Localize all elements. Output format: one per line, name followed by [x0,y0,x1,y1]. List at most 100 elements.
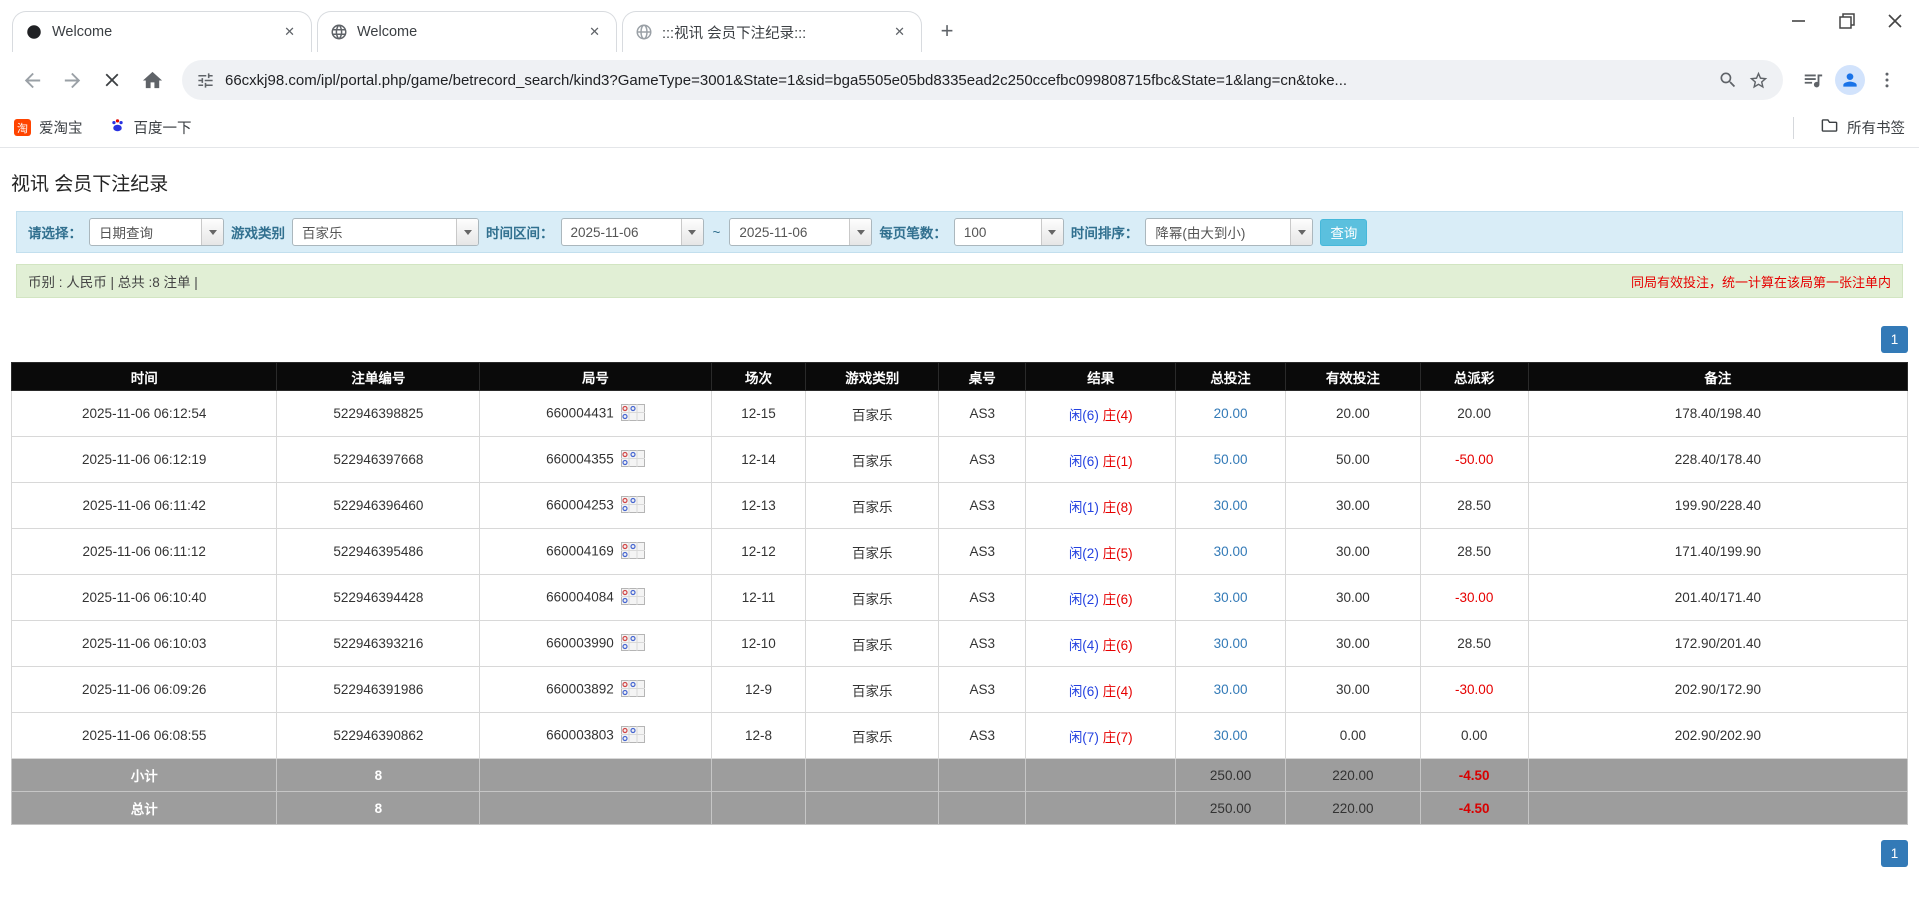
roadmap-result-icon[interactable] [621,588,645,608]
total-row-valid-bet: 220.00 [1286,759,1421,792]
tab-close-icon[interactable]: ✕ [280,22,299,42]
pagination-bottom: 1 [11,840,1908,867]
total-bet-link[interactable]: 30.00 [1214,636,1248,651]
cell-round-number: 660003990 [480,621,711,667]
per-page-select[interactable]: 100 [954,218,1064,246]
menu-dots-icon[interactable] [1869,62,1905,98]
tab-title: Welcome [357,24,576,40]
banker-result: 庄(4) [1103,408,1133,423]
total-bet-link[interactable]: 30.00 [1214,682,1248,697]
cell-session: 12-14 [711,437,806,483]
table-row: 2025-11-06 06:10:40522946394428660004084… [12,575,1908,621]
cell-result: 闲(2) 庄(6) [1026,575,1176,621]
player-result: 闲(6) [1069,408,1099,423]
total-bet-link[interactable]: 30.00 [1214,498,1248,513]
cell-note: 178.40/198.40 [1528,391,1907,437]
roadmap-result-icon[interactable] [621,542,645,562]
cell-game-type: 百家乐 [806,391,939,437]
select-value: 降幂(由大到小) [1146,222,1290,242]
search-button[interactable]: 查询 [1320,219,1367,246]
column-header: 总投注 [1176,363,1286,391]
cell-result: 闲(1) 庄(8) [1026,483,1176,529]
cell-total-bet: 30.00 [1176,621,1286,667]
bookmark-taobao[interactable]: 淘 爱淘宝 [14,117,83,138]
close-window-button[interactable] [1871,0,1919,42]
cell-time: 2025-11-06 06:11:42 [12,483,277,529]
roadmap-result-icon[interactable] [621,450,645,470]
cell-valid-bet: 50.00 [1286,437,1421,483]
restore-button[interactable] [1823,0,1871,42]
cell-valid-bet: 30.00 [1286,621,1421,667]
banker-result: 庄(6) [1103,638,1133,653]
bookmark-baidu[interactable]: 百度一下 [109,117,192,138]
cell-table-number: AS3 [939,575,1026,621]
zoom-icon[interactable] [1718,70,1738,90]
cell-valid-bet: 30.00 [1286,483,1421,529]
tab-2[interactable]: Welcome ✕ [317,11,617,52]
cell-result: 闲(6) 庄(4) [1026,391,1176,437]
query-type-select[interactable]: 日期查询 [89,218,224,246]
profile-avatar[interactable] [1835,65,1865,95]
all-bookmarks-button[interactable]: 所有书签 [1820,116,1905,139]
back-button[interactable] [14,62,50,98]
total-row-label: 小计 [12,759,277,792]
minimize-button[interactable] [1775,0,1823,42]
stop-loading-button[interactable] [94,62,130,98]
total-bet-link[interactable]: 30.00 [1214,728,1248,743]
media-controls-icon[interactable] [1795,62,1831,98]
select-value: 百家乐 [293,222,456,242]
page-1-button[interactable]: 1 [1881,326,1908,353]
total-row-empty [806,792,939,825]
select-value: 2025-11-06 [730,225,849,240]
bookmark-label: 爱淘宝 [39,117,83,138]
date-from-select[interactable]: 2025-11-06 [561,218,704,246]
total-bet-link[interactable]: 50.00 [1214,452,1248,467]
tab-close-icon[interactable]: ✕ [585,22,604,42]
round-number: 660004431 [546,405,614,420]
url-bar[interactable]: 66cxkj98.com/ipl/portal.php/game/betreco… [182,60,1783,100]
page-1-button[interactable]: 1 [1881,840,1908,867]
round-number: 660004084 [546,589,614,604]
cell-round-number: 660004253 [480,483,711,529]
table-row: 2025-11-06 06:11:12522946395486660004169… [12,529,1908,575]
cell-game-type: 百家乐 [806,575,939,621]
cell-bet-id: 522946391986 [277,667,480,713]
total-row-empty [711,759,806,792]
roadmap-result-icon[interactable] [621,680,645,700]
roadmap-result-icon[interactable] [621,404,645,424]
site-info-tune-icon[interactable] [196,71,215,90]
forward-button[interactable] [54,62,90,98]
tab-close-icon[interactable]: ✕ [890,22,909,42]
home-button[interactable] [134,62,170,98]
cell-note: 171.40/199.90 [1528,529,1907,575]
new-tab-button[interactable]: + [930,14,964,48]
cell-round-number: 660004355 [480,437,711,483]
player-result: 闲(2) [1069,546,1099,561]
date-to-select[interactable]: 2025-11-06 [729,218,872,246]
bookmark-star-icon[interactable] [1748,70,1769,91]
cell-game-type: 百家乐 [806,621,939,667]
roadmap-result-icon[interactable] [621,634,645,654]
sort-label: 时间排序： [1071,222,1139,242]
total-bet-link[interactable]: 20.00 [1214,406,1248,421]
sort-select[interactable]: 降幂(由大到小) [1145,218,1313,246]
payout-value: -50.00 [1455,452,1493,467]
total-bet-link[interactable]: 30.00 [1214,544,1248,559]
roadmap-result-icon[interactable] [621,726,645,746]
total-row-empty [939,792,1026,825]
total-bet-link[interactable]: 30.00 [1214,590,1248,605]
tab-3-active[interactable]: :::视讯 会员下注纪录::: ✕ [622,11,922,52]
roadmap-result-icon[interactable] [621,496,645,516]
cell-table-number: AS3 [939,621,1026,667]
payout-value: 28.50 [1457,544,1491,559]
filter-bar: 请选择： 日期查询 游戏类别 百家乐 时间区间： 2025-11-06 ~ 20… [16,211,1903,253]
game-type-select[interactable]: 百家乐 [292,218,479,246]
tab-1[interactable]: Welcome ✕ [12,11,312,52]
column-header: 注单编号 [277,363,480,391]
cell-total-bet: 50.00 [1176,437,1286,483]
cell-payout: 28.50 [1420,529,1528,575]
date-range-label: 时间区间： [486,222,554,242]
game-type-label: 游戏类别 [231,222,285,242]
cell-valid-bet: 30.00 [1286,667,1421,713]
page-content: 视讯 会员下注纪录 请选择： 日期查询 游戏类别 百家乐 时间区间： 2025-… [0,169,1919,867]
